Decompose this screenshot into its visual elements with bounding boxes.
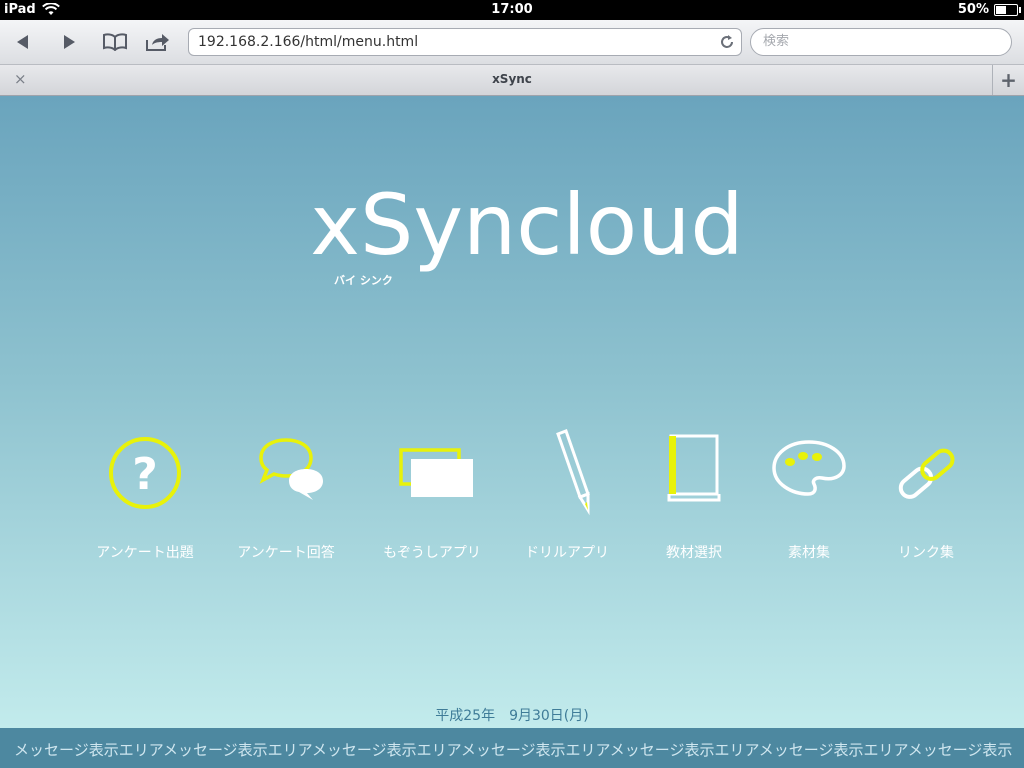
menu-survey-answer[interactable]: アンケート回答: [216, 428, 356, 568]
menu-mozoushi-app[interactable]: もぞうしアプリ: [362, 428, 502, 568]
forward-button[interactable]: [54, 27, 84, 57]
book-icon: [667, 434, 721, 502]
xsyncloud-logo: xSyncloud バイ シンク: [312, 182, 742, 287]
back-arrow-icon: [17, 35, 28, 49]
menu-label: ドリルアプリ: [525, 545, 609, 561]
menu-drill-app[interactable]: ドリルアプリ: [497, 428, 637, 568]
battery-percent: 50%: [957, 2, 989, 17]
logo-subtitle: バイ シンク: [334, 274, 393, 287]
menu-label: リンク集: [898, 545, 954, 561]
new-tab-button[interactable]: +: [992, 65, 1024, 95]
status-bar: iPad 17:00 50%: [0, 0, 1024, 20]
book-open-icon: [103, 33, 127, 51]
search-input[interactable]: 検索: [750, 28, 1012, 56]
chat-bubbles-icon: [259, 438, 323, 500]
reload-icon[interactable]: [719, 34, 735, 50]
address-bar[interactable]: 192.168.2.166/html/menu.html: [188, 28, 742, 56]
logo-text: xSyncloud: [312, 182, 742, 274]
share-icon: [146, 34, 169, 51]
message-area: メッセージ表示エリアメッセージ表示エリアメッセージ表示エリアメッセージ表示エリア…: [0, 728, 1024, 768]
battery-icon: [994, 3, 1021, 16]
pencil-icon: [556, 429, 590, 516]
tab-title[interactable]: xSync: [0, 72, 1024, 86]
menu-label: アンケート回答: [237, 545, 335, 561]
tab-bar: × xSync +: [0, 65, 1024, 96]
bookmarks-button[interactable]: [98, 27, 132, 57]
date-display: 平成25年 9月30日(月): [435, 708, 589, 724]
menu-link-collection[interactable]: リンク集: [856, 428, 996, 568]
back-button[interactable]: [8, 27, 38, 57]
menu-survey-create[interactable]: ? アンケート出題: [75, 428, 215, 568]
svg-text:?: ?: [132, 449, 158, 500]
menu-label: もぞうしアプリ: [383, 545, 481, 561]
forward-arrow-icon: [64, 35, 75, 49]
palette-icon: [772, 440, 846, 496]
share-button[interactable]: [142, 27, 174, 57]
page-content: xSyncloud バイ シンク ? アンケート出題 アンケート回答 もぞうしア…: [0, 96, 1024, 728]
papers-icon: [399, 448, 473, 497]
question-icon: ?: [109, 437, 181, 509]
menu-label: アンケート出題: [96, 545, 194, 561]
clock: 17:00: [491, 2, 533, 17]
browser-toolbar: 192.168.2.166/html/menu.html 検索: [0, 20, 1024, 65]
url-text: 192.168.2.166/html/menu.html: [198, 34, 419, 50]
link-icon: [898, 448, 955, 499]
